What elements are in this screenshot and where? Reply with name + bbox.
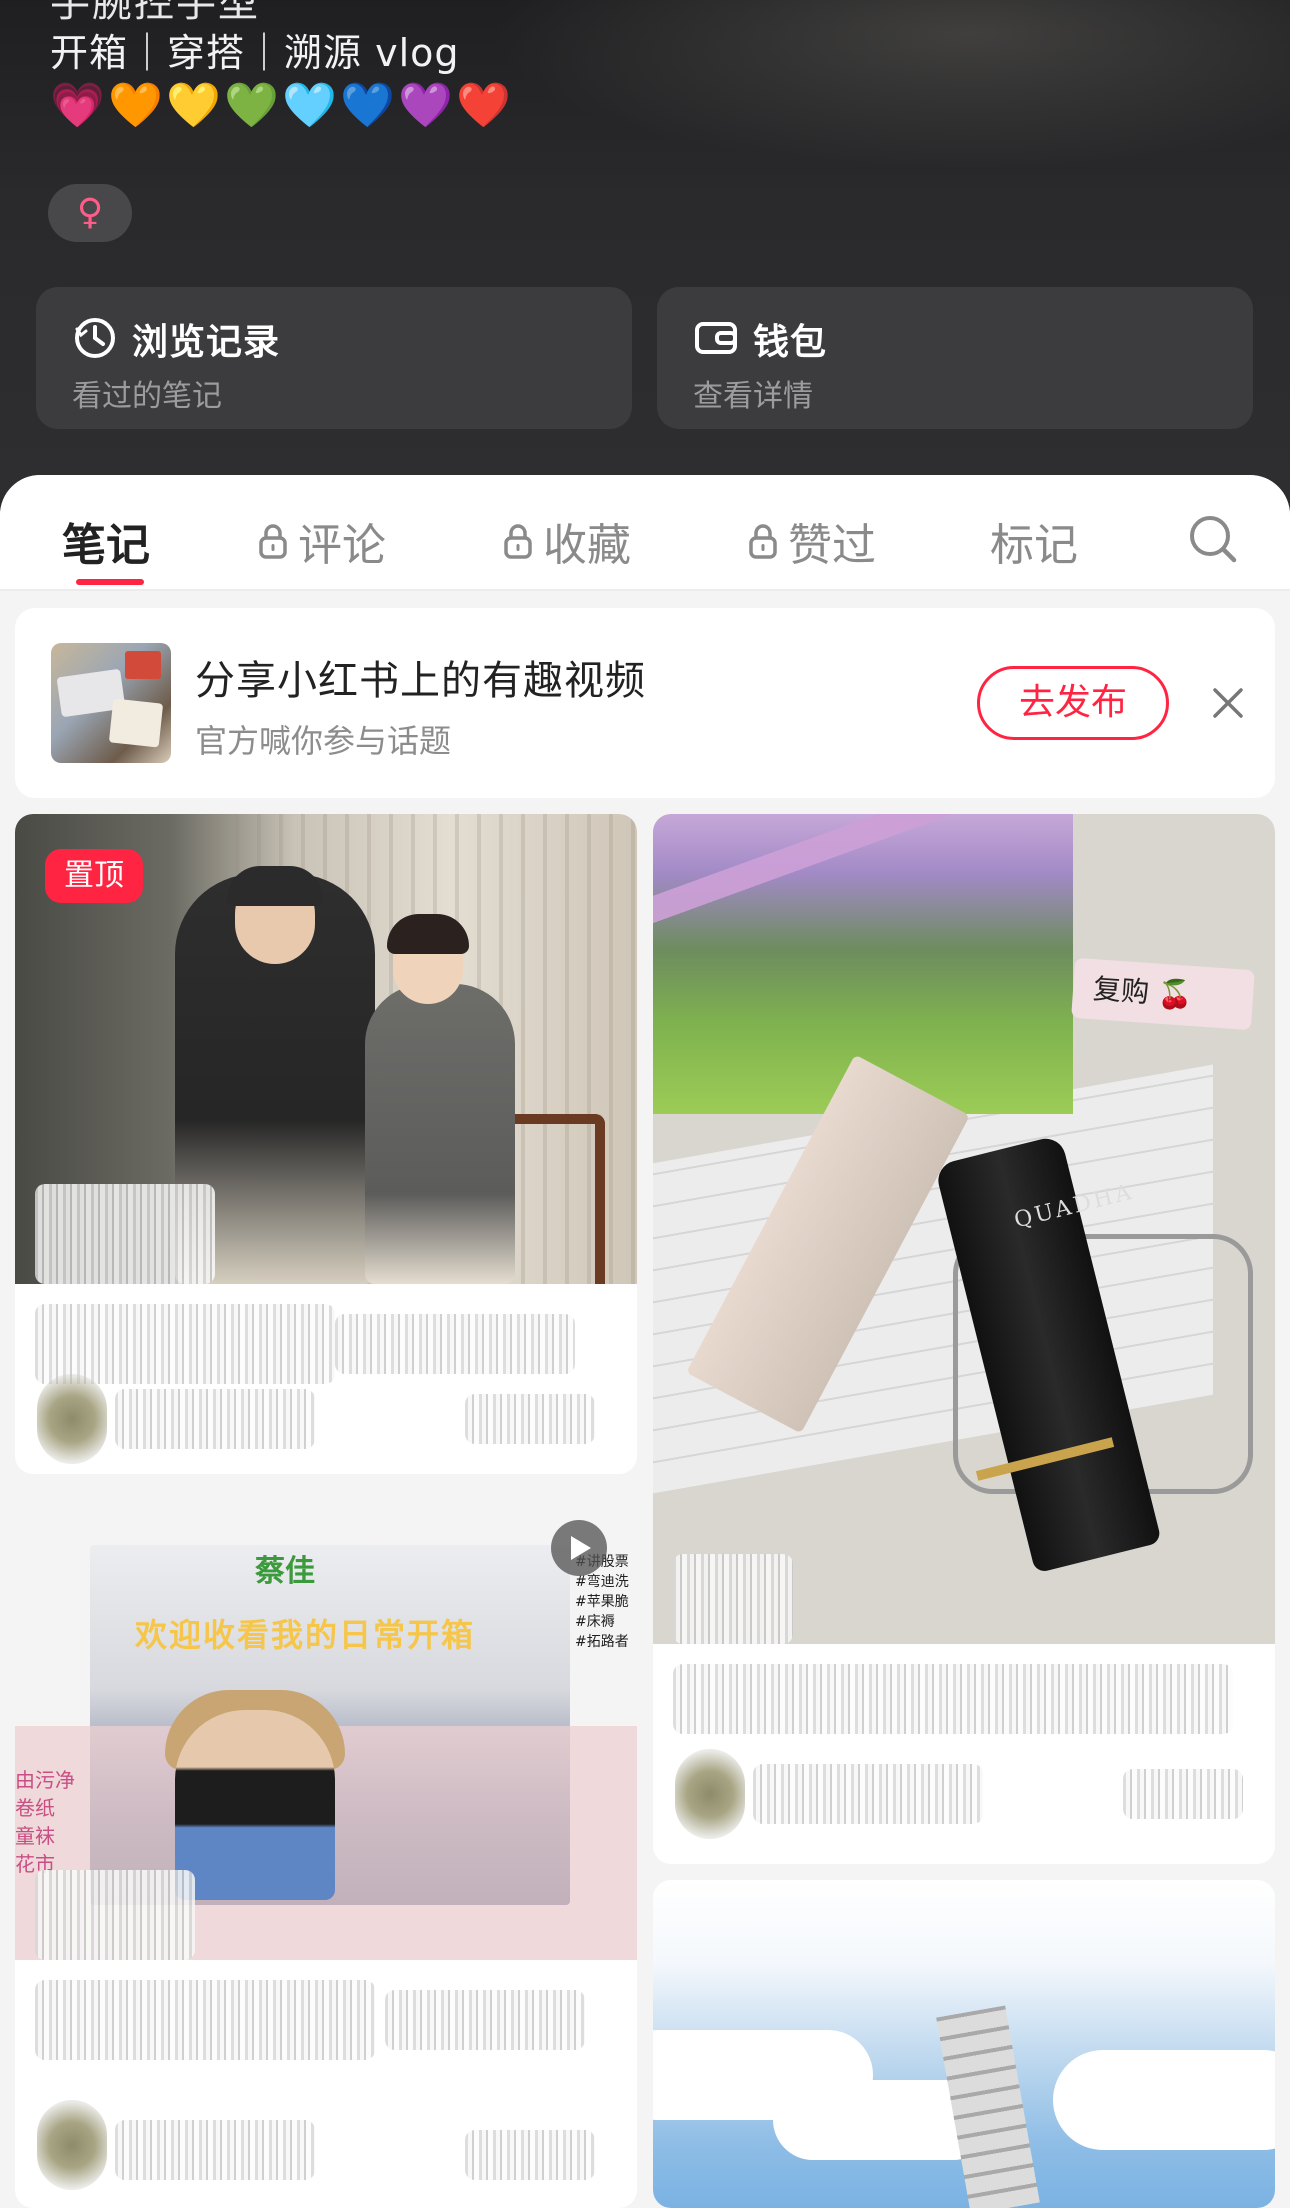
tab-notes-label: 笔记	[62, 520, 150, 571]
note-cover-image: 蔡佳 欢迎收看我的日常开箱 #讲股票 #弯迪洗 #苹果脆 #床褥 #拓路者 由污…	[15, 1490, 637, 1960]
browse-history-card[interactable]: 浏览记录 看过的笔记	[36, 287, 632, 429]
note-title-redacted	[385, 1990, 585, 2050]
tab-collections[interactable]: 收藏	[503, 511, 631, 571]
tab-liked[interactable]: 赞过	[748, 511, 876, 571]
browse-history-subtitle: 看过的笔记	[72, 379, 222, 414]
pinned-badge: 置顶	[45, 849, 143, 903]
topic-promo-banner[interactable]: 分享小红书上的有趣视频 官方喊你参与话题 去发布	[15, 608, 1275, 798]
tab-marked-label: 标记	[990, 520, 1078, 571]
note-title-redacted	[673, 1664, 1233, 1734]
wallet-subtitle: 查看详情	[693, 379, 813, 414]
search-icon[interactable]	[1185, 511, 1241, 567]
purple-heart-icon: 💜	[398, 80, 453, 131]
tab-liked-label: 赞过	[788, 520, 876, 571]
green-heart-icon: 💚	[224, 80, 279, 131]
profile-header: 手腕控手型 开箱｜穿搭｜溯源 vlog 💗 🧡 💛 💚 🩵 💙 💜 ❤️ ♀ 浏…	[0, 0, 1290, 500]
note-cover-image: QUADHA 复购 🍒	[653, 814, 1275, 1644]
promo-title: 分享小红书上的有趣视频	[195, 658, 646, 704]
repurchase-sticker: 复购 🍒	[1071, 957, 1255, 1031]
lock-icon	[504, 524, 532, 559]
vlog-green-text: 蔡佳	[255, 1554, 315, 1589]
vlog-side-text: 由污净 卷纸 童袜 花市	[15, 1768, 75, 1876]
wallet-icon	[695, 322, 737, 354]
clock-icon	[75, 318, 115, 358]
tab-comments-label: 评论	[298, 520, 386, 571]
tab-collections-label: 收藏	[543, 520, 631, 571]
content-sheet: 笔记 评论 收藏 赞过 标记 分享小红书上的有趣视频 官方喊你参与话题 去发布 …	[0, 475, 1290, 2208]
author-avatar-redacted	[675, 1749, 745, 1839]
red-heart-icon: ❤️	[456, 80, 511, 131]
video-play-icon	[551, 1520, 607, 1576]
wallet-title: 钱包	[753, 322, 828, 363]
promo-subtitle: 官方喊你参与话题	[195, 722, 452, 760]
like-count-redacted	[465, 1394, 595, 1444]
lock-icon	[259, 524, 287, 559]
author-avatar-redacted	[37, 1374, 107, 1464]
note-title-redacted	[35, 1980, 375, 2060]
publish-button[interactable]: 去发布	[977, 666, 1169, 740]
note-card-vlog[interactable]: 蔡佳 欢迎收看我的日常开箱 #讲股票 #弯迪洗 #苹果脆 #床褥 #拓路者 由污…	[15, 1490, 637, 2208]
like-count-redacted	[465, 2130, 595, 2180]
wallet-card[interactable]: 钱包 查看详情	[657, 287, 1253, 429]
note-title-redacted	[335, 1314, 575, 1374]
gender-female-icon: ♀	[48, 184, 132, 242]
profile-tabs: 笔记 评论 收藏 赞过 标记	[0, 475, 1290, 591]
tab-marked[interactable]: 标记	[990, 511, 1078, 571]
close-icon[interactable]	[1211, 686, 1245, 720]
author-name-redacted	[115, 2120, 315, 2180]
note-card-sky[interactable]	[653, 1880, 1275, 2208]
browse-history-title: 浏览记录	[132, 322, 281, 363]
author-name-redacted	[115, 1389, 315, 1449]
active-tab-indicator	[76, 579, 144, 585]
profile-bio: 开箱｜穿搭｜溯源 vlog	[50, 31, 460, 75]
author-name-redacted	[753, 1764, 983, 1824]
author-avatar-redacted	[37, 2100, 107, 2190]
note-cover-image	[653, 1880, 1275, 2208]
blue-heart-icon: 💙	[340, 80, 395, 131]
promo-thumbnail	[51, 643, 171, 763]
yellow-heart-icon: 💛	[166, 80, 221, 131]
lock-icon	[749, 524, 777, 559]
note-card-pinned[interactable]: 置顶	[15, 814, 637, 1474]
tab-comments[interactable]: 评论	[258, 511, 386, 571]
note-title-redacted	[35, 1304, 335, 1384]
orange-heart-icon: 🧡	[108, 80, 163, 131]
note-card-product[interactable]: QUADHA 复购 🍒	[653, 814, 1275, 1864]
heart-emoji-row: 💗 🧡 💛 💚 🩵 💙 💜 ❤️	[50, 80, 511, 132]
header-background	[490, 0, 1290, 170]
light-blue-heart-icon: 🩵	[282, 80, 337, 131]
vlog-headline: 欢迎收看我的日常开箱	[135, 1616, 476, 1654]
pink-heart-icon: 💗	[50, 80, 105, 131]
tab-notes[interactable]: 笔记	[62, 511, 150, 571]
like-count-redacted	[1123, 1769, 1243, 1819]
